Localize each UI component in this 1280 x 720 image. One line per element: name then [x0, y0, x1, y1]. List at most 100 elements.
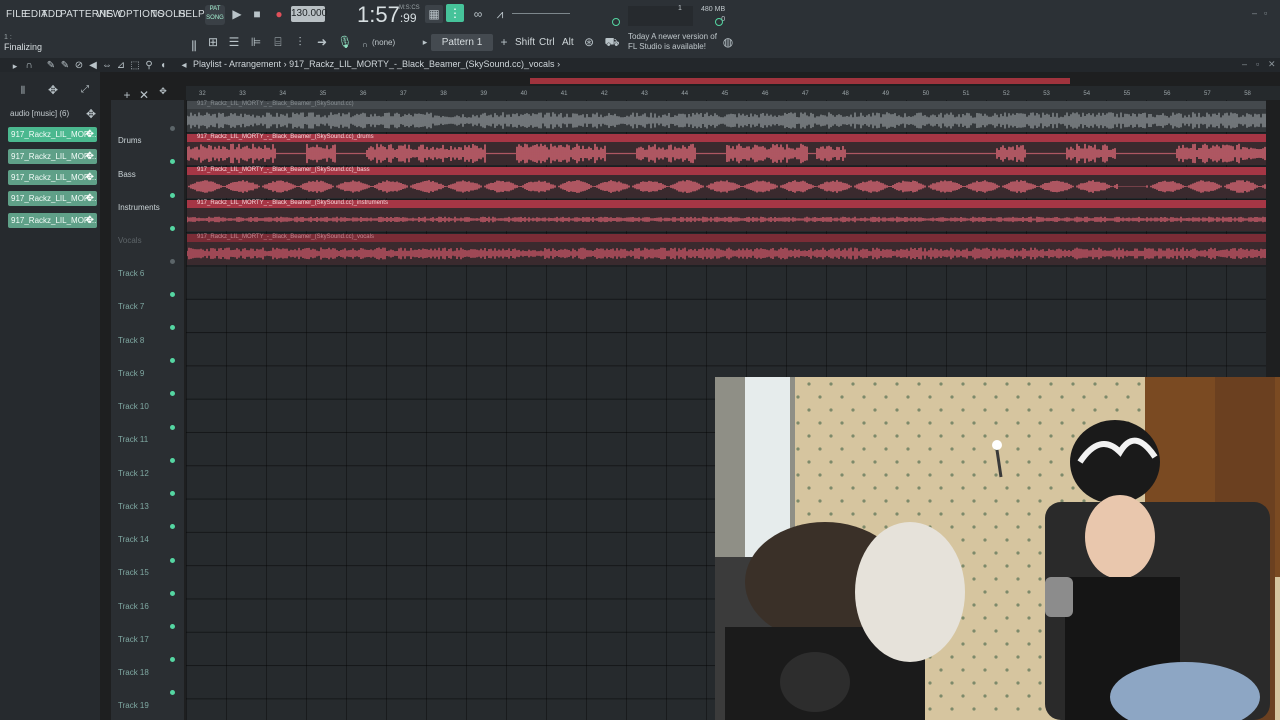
track-name[interactable]: Track 11 — [118, 435, 148, 444]
track-name[interactable]: Track 19 — [118, 701, 149, 710]
browser-pin-icon[interactable]: ⤢ — [76, 81, 94, 99]
pattern-none[interactable]: (none) — [372, 38, 395, 47]
master-volume-slider[interactable] — [512, 13, 570, 14]
pattern-selector[interactable]: Pattern 1 — [431, 34, 493, 51]
track-name[interactable]: Track 13 — [118, 502, 149, 511]
track-mute-led[interactable] — [170, 591, 175, 596]
breadcrumb[interactable]: 917_Rackz_LIL_MORTY_-_Black_Beamer_(SkyS… — [289, 59, 554, 69]
ctrl-key[interactable]: Ctrl — [539, 37, 555, 48]
track-mute-led[interactable] — [170, 226, 175, 231]
playlist-view-icon[interactable]: ⊞ — [204, 33, 222, 51]
audio-clip-instruments[interactable]: 917_Rackz_LIL_MORTY_-_Black_Beamer_(SkyS… — [187, 200, 1266, 231]
browser-add-icon[interactable]: ✥ — [82, 105, 100, 123]
shift-key[interactable]: Shift — [515, 37, 535, 48]
piano-roll-icon[interactable]: ⊫ — [247, 33, 265, 51]
stop-icon[interactable]: ■ — [248, 5, 266, 23]
track-mute-led[interactable] — [170, 524, 175, 529]
browser-item[interactable]: 917_Rackz_LIL_MOR... ✥ — [8, 191, 97, 206]
browser-icon[interactable]: ⌸ — [269, 33, 287, 51]
audio-clip-drums[interactable]: 917_Rackz_LIL_MORTY_-_Black_Beamer_(SkyS… — [187, 134, 1266, 165]
browser-item[interactable]: 917_Rackz_LIL_MOR... ✥ — [8, 170, 97, 185]
track-mute-led[interactable] — [170, 292, 175, 297]
record-icon[interactable]: ● — [270, 5, 288, 23]
track-name[interactable]: Track 7 — [118, 302, 144, 311]
audio-clip-full[interactable]: 917_Rackz_LIL_MORTY_-_Black_Beamer_(SkyS… — [187, 101, 1266, 132]
track-name[interactable]: Track 9 — [118, 369, 144, 378]
arrow-right-icon[interactable]: ➜ — [313, 33, 331, 51]
timeline-ruler[interactable] — [186, 86, 1280, 100]
audio-clip-bass[interactable]: 917_Rackz_LIL_MORTY_-_Black_Beamer_(SkyS… — [187, 167, 1266, 198]
drag-icon[interactable]: ✥ — [86, 127, 94, 142]
track-name[interactable]: Track 16 — [118, 602, 149, 611]
browser-title[interactable]: audio [music] (6) — [10, 109, 69, 118]
browser-item[interactable]: 917_Rackz_LIL_MOR... ✥ — [8, 127, 97, 142]
fl-logo-icon[interactable]: ◍ — [719, 33, 737, 51]
wait-record-icon[interactable]: ⋮ — [446, 4, 464, 22]
microphone-icon[interactable]: 🎙 — [336, 33, 354, 51]
track-mute-led[interactable] — [170, 491, 175, 496]
loop-record-icon[interactable]: ∞ — [469, 5, 487, 23]
browser-grid-icon[interactable]: ⫼ — [14, 81, 32, 99]
drag-icon[interactable]: ✥ — [86, 213, 94, 228]
tempo-display[interactable]: 130.000 — [291, 6, 327, 22]
horizontal-scrollbar[interactable] — [530, 78, 1070, 84]
track-mute-led[interactable] — [170, 458, 175, 463]
waveform-icon[interactable]: ⩘ — [491, 5, 509, 23]
clip-header: 917_Rackz_LIL_MORTY_-_Black_Beamer_(SkyS… — [187, 101, 1266, 109]
track-name[interactable]: Track 8 — [118, 336, 144, 345]
track-name[interactable]: Track 10 — [118, 402, 149, 411]
maximize-icon[interactable]: ▫ — [1264, 8, 1267, 18]
playlist-arrow-icon[interactable]: ◂ — [175, 57, 193, 75]
track-mute-led[interactable] — [170, 159, 175, 164]
channel-rack-icon[interactable]: ☰ — [225, 33, 243, 51]
track-mute-led[interactable] — [170, 657, 175, 662]
metronome-icon[interactable]: ▦ — [425, 5, 443, 23]
speaker-icon[interactable]: ◖ — [154, 57, 172, 75]
track-mute-led[interactable] — [170, 425, 175, 430]
browser-move-icon[interactable]: ✥ — [44, 81, 62, 99]
add-track-icon[interactable]: + — [118, 86, 136, 104]
tool-icon[interactable]: ✥ — [154, 82, 172, 100]
track-name[interactable]: Track 18 — [118, 668, 149, 677]
remove-icon[interactable]: ✕ — [135, 86, 153, 104]
browser-item[interactable]: 917_Rackz_LIL_MOR... ✥ — [8, 149, 97, 164]
track-name[interactable]: Instruments — [118, 203, 160, 212]
alt-key[interactable]: Alt — [562, 37, 574, 48]
news-panel[interactable]: Today A newer version of FL Studio is av… — [628, 32, 717, 52]
track-mute-led[interactable] — [170, 391, 175, 396]
track-mute-led[interactable] — [170, 193, 175, 198]
play-icon[interactable]: ▶ — [228, 5, 246, 23]
track-mute-led[interactable] — [170, 358, 175, 363]
track-name[interactable]: Drums — [118, 136, 142, 145]
track-mute-led[interactable] — [170, 259, 175, 264]
drag-icon[interactable]: ✥ — [86, 170, 94, 185]
drag-icon[interactable]: ✥ — [86, 191, 94, 206]
track-mute-led[interactable] — [170, 126, 175, 131]
track-mute-led[interactable] — [170, 624, 175, 629]
track-name[interactable]: Track 12 — [118, 469, 149, 478]
track-name[interactable]: Track 15 — [118, 568, 149, 577]
playlist-minimize-icon[interactable]: – — [1242, 59, 1247, 69]
track-mute-led[interactable] — [170, 690, 175, 695]
minimize-icon[interactable]: – — [1252, 8, 1257, 18]
song-mode-toggle[interactable]: PAT SONG — [205, 5, 225, 25]
drag-icon[interactable]: ✥ — [86, 149, 94, 164]
audio-clip-vocals[interactable]: 917_Rackz_LIL_MORTY_-_Black_Beamer_(SkyS… — [187, 234, 1266, 265]
track-mute-led[interactable] — [170, 558, 175, 563]
track-name[interactable]: Track 6 — [118, 269, 144, 278]
playlist-maximize-icon[interactable]: ▫ — [1256, 59, 1259, 69]
track-name[interactable]: Bass — [118, 170, 136, 179]
track-name[interactable]: Track 17 — [118, 635, 149, 644]
mixer-icon[interactable]: ⫶ — [291, 33, 309, 51]
memory-knob[interactable] — [715, 18, 723, 26]
dj-icon[interactable]: ⊛ — [580, 33, 598, 51]
pitch-knob[interactable] — [612, 18, 620, 26]
browser-item[interactable]: 917_Rackz_LIL_MOR... ✥ — [8, 213, 97, 228]
track-mute-led[interactable] — [170, 325, 175, 330]
cart-icon[interactable]: ⛟ — [603, 33, 621, 51]
add-pattern-icon[interactable]: + — [495, 33, 513, 51]
menu-help[interactable]: HELP — [178, 9, 205, 20]
track-name[interactable]: Track 14 — [118, 535, 149, 544]
track-name[interactable]: Vocals — [118, 236, 142, 245]
close-icon[interactable]: ✕ — [1268, 59, 1276, 70]
